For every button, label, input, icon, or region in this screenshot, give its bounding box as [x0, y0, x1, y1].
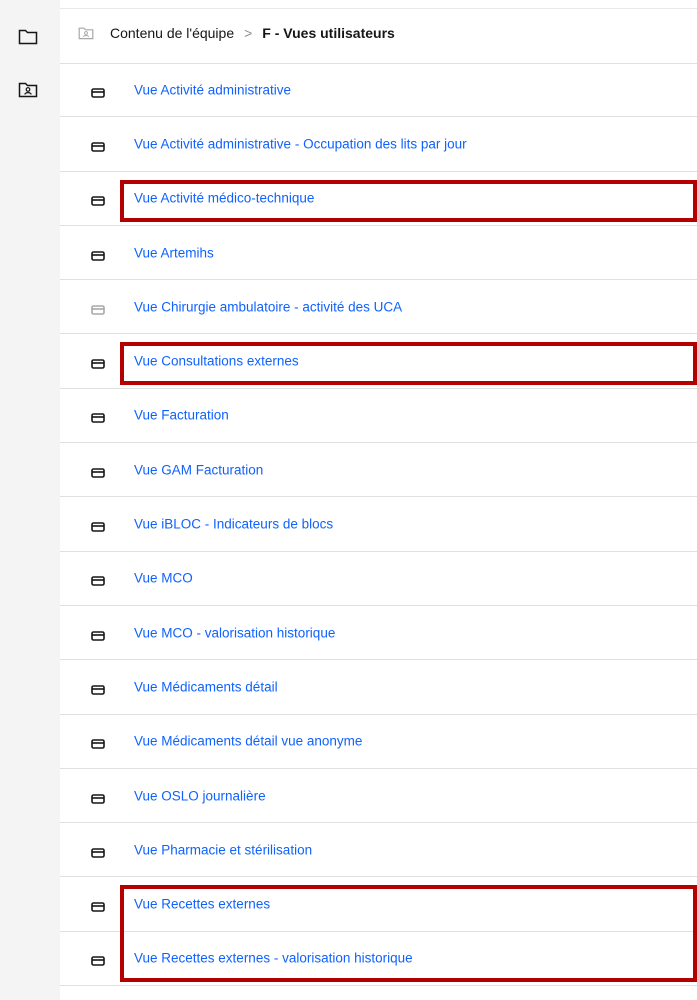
list-item[interactable]: Vue Médicaments détail — [60, 660, 697, 715]
report-view-icon — [91, 139, 105, 152]
report-view-icon — [91, 953, 105, 967]
list-item[interactable]: Vue Chirurgie ambulatoire - activité des… — [60, 280, 697, 335]
team-folder-icon[interactable] — [17, 78, 39, 100]
list-item-label[interactable]: Vue Recettes externes - valorisation his… — [134, 951, 413, 966]
breadcrumb-separator: > — [244, 25, 253, 41]
breadcrumb-current: F - Vues utilisateurs — [262, 25, 395, 41]
report-view-icon — [91, 736, 105, 750]
list-item[interactable]: Vue Médicaments détail vue anonyme — [60, 715, 697, 769]
list-item[interactable]: Vue iBLOC - Indicateurs de blocs — [60, 497, 697, 552]
list-item-label[interactable]: Vue Chirurgie ambulatoire - activité des… — [134, 299, 402, 314]
report-view-icon — [91, 628, 105, 641]
breadcrumb-bar: Contenu de l'équipe > F - Vues utilisateur… — [60, 8, 697, 64]
list-item-label[interactable]: Vue Activité administrative - Occupation… — [134, 136, 467, 151]
list-item-label[interactable]: Vue Consultations externes — [134, 354, 299, 369]
list-item[interactable]: Vue GAM Facturation — [60, 443, 697, 498]
list-item[interactable]: Vue Consultations externes — [60, 334, 697, 389]
report-view-icon — [91, 85, 105, 98]
folder-icon[interactable] — [17, 25, 39, 47]
list-item-label[interactable]: Vue MCO - valorisation historique — [134, 625, 335, 640]
list-item[interactable]: Vue MCO — [60, 552, 697, 606]
list-item[interactable]: Vue Artemihs — [60, 226, 697, 281]
list-item[interactable]: Vue OSLO journalière — [60, 769, 697, 824]
report-view-icon — [91, 845, 105, 858]
list-item-label[interactable]: Vue MCO — [134, 571, 193, 586]
list-item[interactable]: Vue Recettes externes — [60, 877, 697, 932]
list-item-label[interactable]: Vue OSLO journalière — [134, 788, 266, 803]
list-item-label[interactable]: Vue Médicaments détail — [134, 679, 278, 694]
list-item-label[interactable]: Vue Pharmacie et stérilisation — [134, 842, 312, 857]
list-item[interactable]: Vue Facturation — [60, 389, 697, 444]
list-item-label[interactable]: Vue Activité administrative — [134, 82, 291, 97]
list-item-label[interactable]: Vue Médicaments détail vue anonyme — [134, 734, 362, 749]
list-item[interactable]: Vue Pharmacie et stérilisation — [60, 823, 697, 878]
report-view-icon — [91, 682, 105, 695]
list-item-label[interactable]: Vue Artemihs — [134, 245, 214, 260]
list-item[interactable]: Vue Activité médico-technique — [60, 172, 697, 226]
breadcrumb-parent[interactable]: Contenu de l'équipe — [110, 25, 234, 41]
report-view-icon — [91, 356, 105, 369]
report-view-icon — [91, 410, 105, 424]
list-item-label[interactable]: Vue Recettes externes — [134, 897, 270, 912]
list-item-label[interactable]: Vue Facturation — [134, 408, 229, 423]
report-view-icon — [91, 899, 105, 912]
side-rail — [0, 0, 60, 1000]
report-view-icon — [91, 193, 105, 207]
breadcrumb: Contenu de l'équipe > F - Vues utilisateur… — [110, 25, 395, 41]
report-view-icon — [91, 248, 105, 261]
item-list: Vue Activité administrative Vue Activité … — [60, 63, 697, 987]
list-item[interactable]: Vue MCO - valorisation historique — [60, 606, 697, 661]
list-item[interactable]: Vue Recettes externes - valorisation his… — [60, 932, 697, 987]
report-view-icon — [91, 465, 105, 478]
list-item-label[interactable]: Vue Activité médico-technique — [134, 191, 314, 206]
report-view-icon — [91, 519, 105, 532]
content-panel: Contenu de l'équipe > F - Vues utilisateur… — [60, 0, 697, 1000]
team-folder-icon — [78, 26, 94, 42]
report-view-icon — [91, 573, 105, 587]
report-view-icon — [91, 302, 105, 315]
list-item-label[interactable]: Vue iBLOC - Indicateurs de blocs — [134, 517, 333, 532]
list-item-label[interactable]: Vue GAM Facturation — [134, 462, 263, 477]
list-item[interactable]: Vue Activité administrative — [60, 63, 697, 118]
report-view-icon — [91, 791, 105, 804]
list-item[interactable]: Vue Activité administrative - Occupation… — [60, 117, 697, 172]
